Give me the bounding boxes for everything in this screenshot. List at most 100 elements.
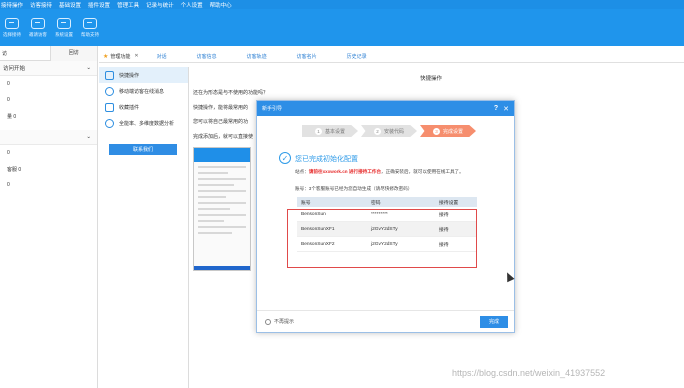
- list-item[interactable]: 0: [0, 145, 97, 161]
- tab-visitor-card[interactable]: 访客名片: [297, 53, 317, 60]
- radio-icon: [265, 318, 271, 325]
- list-item[interactable]: 0: [0, 177, 97, 193]
- site-note: 站点：请前往xxxwork.cn 进行接待工作台，正确安装后，就可以使用在线工具…: [295, 168, 475, 175]
- toolbar-label: 选择接待: [3, 31, 21, 37]
- step-label: 基本设置: [324, 128, 345, 135]
- top-menubar: 接待操作 访客接待 基础设置 插件设置 管理工具 记录与统计 个人设置 帮助中心: [0, 0, 684, 9]
- note-suffix: ，正确安装后，就可以使用在线工具了。: [381, 169, 464, 174]
- toolbar-reception-button[interactable]: 选择接待: [0, 9, 24, 46]
- step-number: 2: [373, 127, 381, 135]
- menu-plugin-settings[interactable]: 插件设置: [88, 1, 110, 9]
- check-circle-icon: ✓: [279, 152, 291, 164]
- step-number: 3: [432, 127, 440, 135]
- tab-chat[interactable]: 对话: [157, 53, 167, 60]
- star-icon: ★: [103, 53, 109, 60]
- dialog-footer: 不再提示 完成: [257, 310, 514, 332]
- preview-image: [193, 147, 251, 271]
- step-complete[interactable]: 3 完成设置: [420, 125, 476, 137]
- list-item[interactable]: 0: [0, 76, 97, 92]
- feature-label: 移动端访客在线消息: [119, 88, 165, 95]
- checkbox-label: 不再提示: [274, 319, 295, 325]
- chevron-down-icon: ⌄: [86, 134, 91, 140]
- menu-reception-ops[interactable]: 接待操作: [1, 1, 23, 9]
- left-tab-visitors[interactable]: 访: [0, 50, 50, 57]
- content-line: 快捷操作，能将最常用的: [193, 105, 249, 111]
- dont-show-checkbox[interactable]: 不再提示: [265, 318, 294, 325]
- feature-data-analysis[interactable]: 全能率、多维度数据分析: [99, 115, 188, 131]
- menu-basic-settings[interactable]: 基础设置: [59, 1, 81, 9]
- close-icon[interactable]: ✕: [134, 53, 138, 59]
- column-header: 接待设置: [439, 200, 459, 206]
- menu-personal-settings[interactable]: 个人设置: [181, 1, 203, 9]
- toolbar-help-button[interactable]: 帮助支持: [78, 9, 102, 46]
- help-icon[interactable]: ?: [494, 105, 498, 113]
- invite-icon: [31, 17, 45, 29]
- step-number: 1: [314, 127, 322, 135]
- list-item[interactable]: 0: [0, 92, 97, 108]
- feature-label: 收藏插件: [119, 104, 140, 111]
- success-message: 您已完成初始化配置: [295, 156, 358, 163]
- content-tabs: ★ 管理功能 ✕ 对话 访客信息 访客轨迹 访客名片 历史记录: [99, 50, 684, 63]
- watermark: https://blog.csdn.net/weixin_41937552: [452, 368, 606, 378]
- analysis-icon: [105, 118, 114, 128]
- column-header: 密码: [371, 200, 381, 206]
- content-line: 还在为形态是与不使用的功能吗？: [193, 90, 269, 96]
- tab-visitor-trail[interactable]: 访客轨迹: [247, 53, 267, 60]
- left-panel: 访 回访 访问开始 ⌄ 0 0 量 0 ⌄ 0 客服 0 0: [0, 45, 98, 388]
- feature-favorites[interactable]: 收藏插件: [99, 99, 188, 115]
- tab-history[interactable]: 历史记录: [347, 53, 367, 60]
- toolbar-label: 邀请访客: [29, 31, 47, 37]
- menu-visitor-reception[interactable]: 访客接待: [30, 1, 52, 9]
- contact-us-button[interactable]: 联系我们: [109, 144, 177, 155]
- page-title: 快捷操作: [420, 76, 443, 82]
- note-prefix: 站点：: [295, 169, 309, 174]
- left-section-header-2[interactable]: ⌄: [0, 130, 97, 145]
- step-label: 安装代码: [383, 128, 404, 135]
- menu-admin-tools[interactable]: 管理工具: [117, 1, 139, 9]
- favorites-icon: [105, 102, 114, 112]
- dialog-header: 新手引导 ? ✕: [257, 101, 514, 116]
- chevron-down-icon: ⌄: [86, 65, 91, 71]
- content-line: 您可以将自己最常用的功: [193, 119, 249, 125]
- list-item[interactable]: 客服 0: [0, 161, 97, 177]
- menu-help-center[interactable]: 帮助中心: [210, 1, 232, 9]
- mobile-icon: [105, 86, 114, 96]
- left-section-header[interactable]: 访问开始 ⌄: [0, 61, 97, 76]
- reception-icon: [5, 17, 19, 29]
- column-header: 账号: [301, 200, 311, 206]
- dialog-title: 新手引导: [262, 106, 283, 112]
- setup-wizard-dialog: 新手引导 ? ✕ 1 基本设置 2 安装代码 3 完成设置 ✓ 您已完成初始化配…: [256, 100, 515, 333]
- section-title: 访问开始: [3, 66, 26, 72]
- feature-mobile-messages[interactable]: 移动端访客在线消息: [99, 83, 188, 99]
- toolbar-settings-button[interactable]: 系统设置: [52, 9, 76, 46]
- quick-ops-icon: [105, 70, 114, 80]
- help-icon: [83, 17, 97, 29]
- toolbar-label: 系统设置: [55, 31, 73, 37]
- highlight-box: [287, 209, 477, 268]
- feature-label: 快捷操作: [119, 72, 140, 79]
- content-line: 完成添加后，就可以直接使: [193, 134, 254, 140]
- finish-button[interactable]: 完成: [480, 315, 508, 328]
- left-tabs: 访 回访: [0, 45, 97, 61]
- toolbar-invite-button[interactable]: 邀请访客: [26, 9, 50, 46]
- tab-label: 管理功能: [110, 53, 131, 60]
- wizard-steps: 1 基本设置 2 安装代码 3 完成设置: [302, 125, 479, 137]
- toolbar-label: 帮助支持: [81, 31, 99, 37]
- step-install-code[interactable]: 2 安装代码: [361, 125, 417, 137]
- table-header: 账号 密码 接待设置: [297, 197, 477, 207]
- step-label: 完成设置: [442, 128, 463, 135]
- icon-toolbar: 选择接待 邀请访客 系统设置 帮助支持: [0, 9, 684, 46]
- step-basic-settings[interactable]: 1 基本设置: [302, 125, 358, 137]
- close-icon[interactable]: ✕: [503, 105, 509, 113]
- tab-admin-functions[interactable]: ★ 管理功能 ✕: [103, 53, 139, 60]
- feature-quick-ops[interactable]: 快捷操作: [99, 67, 188, 83]
- account-note: 账号：3个客服账号已经为您自动生成（请尽快修改密码）: [295, 186, 413, 191]
- feature-label: 全能率、多维度数据分析: [119, 120, 175, 127]
- note-highlight[interactable]: 请前往xxxwork.cn 进行接待工作台: [309, 169, 381, 174]
- left-tab-revisit[interactable]: 回访: [49, 45, 97, 61]
- settings-icon: [57, 17, 71, 29]
- list-item[interactable]: 量 0: [0, 108, 97, 124]
- tab-visitor-info[interactable]: 访客信息: [197, 53, 217, 60]
- feature-list-panel: 快捷操作 移动端访客在线消息 收藏插件 全能率、多维度数据分析 联系我们: [99, 67, 189, 388]
- menu-records-stats[interactable]: 记录与统计: [146, 1, 174, 9]
